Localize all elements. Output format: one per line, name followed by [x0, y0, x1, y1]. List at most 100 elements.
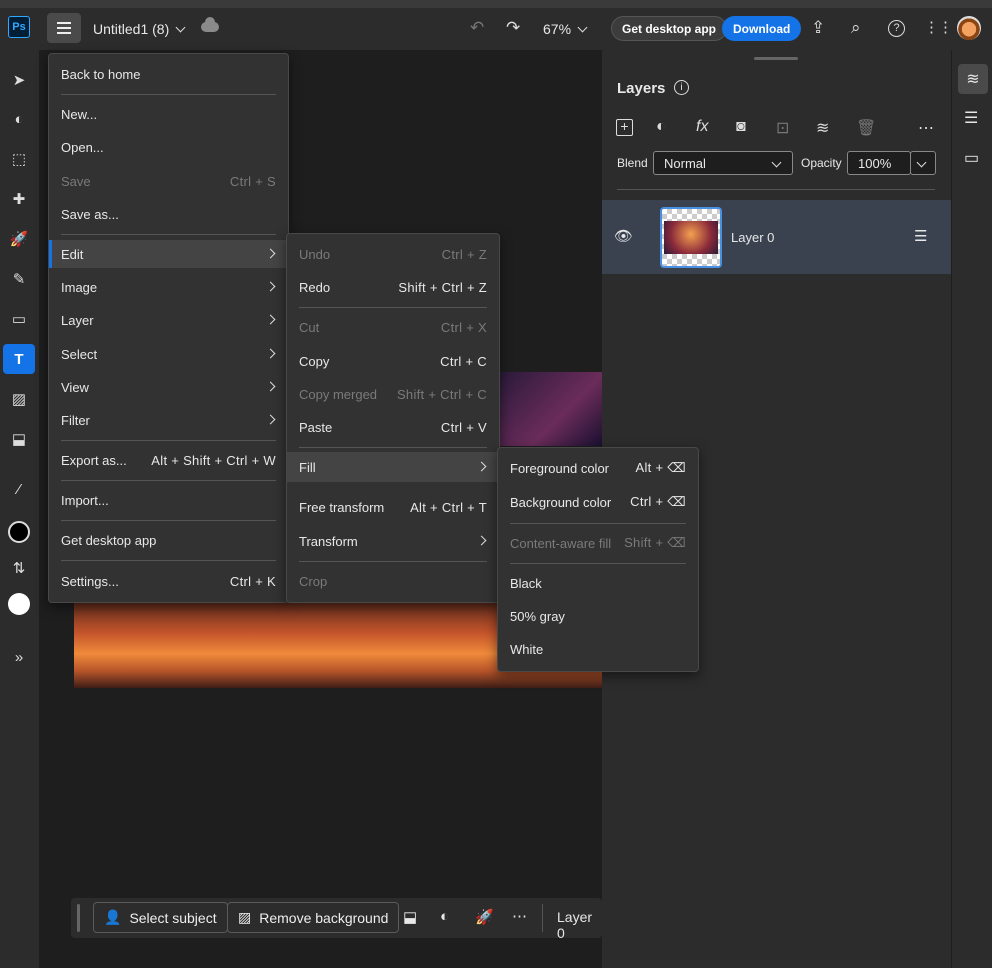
foreground-color-swatch[interactable]	[8, 521, 30, 543]
get-desktop-app-button[interactable]: Get desktop app	[611, 16, 728, 41]
menu-item-white[interactable]: White	[498, 635, 698, 663]
info-icon[interactable]: i	[674, 80, 689, 95]
adjustment-brush-icon[interactable]: ◐	[8, 108, 30, 130]
menu-item-fill[interactable]: Fill	[287, 452, 499, 482]
remove-background-button[interactable]: ▨ Remove background	[227, 902, 400, 933]
menu-separator	[299, 307, 487, 308]
edit-submenu: Undo Ctrl + Z Redo Shift + Ctrl + Z Cut Ctr…	[286, 233, 500, 603]
properties-panel-icon[interactable]: ☰	[964, 108, 978, 128]
chevron-right-icon	[476, 461, 487, 472]
menu-item-layer[interactable]: Layer	[49, 306, 288, 334]
selection-tool-icon[interactable]: ⬚	[8, 148, 30, 170]
generative-fill-icon[interactable]: ⬓	[8, 428, 30, 450]
avatar[interactable]	[957, 16, 981, 40]
quick-actions-icon[interactable]: 🚀	[8, 228, 30, 250]
download-button[interactable]: Download	[722, 16, 802, 41]
layer-stack-icon[interactable]: ≋	[816, 118, 829, 138]
top-bar: Ps Untitled1 (8) ↶ ↷ 67% Get desktop app…	[0, 0, 992, 50]
panel-drag-handle[interactable]	[754, 57, 798, 60]
select-subject-button[interactable]: 👤 Select subject	[93, 902, 228, 933]
quick-actions-icon[interactable]: 🚀	[475, 908, 494, 926]
layer-thumbnail[interactable]	[660, 207, 722, 268]
menu-item-copy[interactable]: Copy Ctrl + C	[287, 347, 499, 375]
opacity-input[interactable]: 100%	[847, 151, 911, 175]
menu-item-open[interactable]: Open...	[49, 133, 288, 161]
menu-item-redo[interactable]: Redo Shift + Ctrl + Z	[287, 273, 499, 301]
menu-item-select[interactable]: Select	[49, 340, 288, 368]
adjustment-layer-icon[interactable]: ◐	[656, 118, 666, 136]
divider	[542, 904, 543, 932]
background-color-swatch[interactable]	[8, 593, 30, 615]
zoom-level[interactable]: 67%	[543, 21, 588, 37]
document-title[interactable]: Untitled1 (8)	[93, 21, 186, 37]
menu-item-filter[interactable]: Filter	[49, 406, 288, 434]
swap-colors-icon[interactable]: ⇅	[8, 557, 30, 579]
search-icon[interactable]: ⌕	[851, 18, 861, 38]
menu-item-export-as[interactable]: Export as... Alt + Shift + Ctrl + W	[49, 446, 288, 474]
fx-icon[interactable]: fx	[696, 118, 708, 136]
type-tool-icon[interactable]: T	[3, 344, 35, 374]
menu-item-free-transform[interactable]: Free transform Alt + Ctrl + T	[287, 493, 499, 521]
menu-item-view[interactable]: View	[49, 373, 288, 401]
menu-item-foreground-color[interactable]: Foreground color Alt + ⌫	[498, 454, 698, 482]
menu-item-settings[interactable]: Settings... Ctrl + K	[49, 567, 288, 595]
trash-icon[interactable]: 🗑	[856, 118, 876, 138]
opacity-dropdown[interactable]	[910, 151, 936, 175]
layers-panel-icon[interactable]: ≋	[958, 64, 988, 94]
share-icon[interactable]: ⇪	[811, 18, 825, 38]
redo-icon[interactable]: ↷	[506, 18, 520, 38]
eyedropper-icon[interactable]: ⁄	[8, 478, 30, 500]
drag-handle[interactable]	[77, 904, 80, 932]
menu-item-back-to-home[interactable]: Back to home	[49, 60, 288, 88]
more-options-icon[interactable]: ⋯	[512, 907, 527, 925]
chevron-right-icon	[265, 248, 276, 259]
divider	[617, 189, 935, 190]
layer-row[interactable]: 👁 Layer 0 ☰	[602, 200, 951, 274]
comments-icon[interactable]: ▭	[964, 148, 979, 168]
chevron-right-icon	[265, 381, 276, 392]
opacity-label: Opacity	[801, 156, 842, 170]
healing-brush-icon[interactable]: ✚	[8, 188, 30, 210]
menu-item-crop: Crop	[299, 573, 328, 589]
clip-layer-icon[interactable]: ⊡	[776, 118, 789, 138]
chevron-down-icon	[771, 157, 782, 168]
more-options-icon[interactable]: ⋯	[918, 118, 934, 138]
cloud-icon[interactable]	[201, 17, 219, 32]
person-icon: 👤	[104, 909, 122, 925]
add-layer-icon[interactable]: +	[616, 119, 633, 136]
menu-item-image[interactable]: Image	[49, 273, 288, 301]
expand-toolbar-icon[interactable]: »	[8, 646, 30, 668]
chevron-down-icon	[175, 22, 186, 33]
menu-item-edit[interactable]: Edit	[49, 240, 288, 268]
place-image-icon[interactable]: ▨	[8, 388, 30, 410]
adjustment-icon[interactable]: ◐	[440, 908, 449, 925]
layer-name[interactable]: Layer 0	[731, 230, 774, 245]
menu-item-new[interactable]: New...	[49, 100, 288, 128]
menu-item-paste[interactable]: Paste Ctrl + V	[287, 413, 499, 441]
menu-item-50-gray[interactable]: 50% gray	[498, 602, 698, 630]
menu-item-import[interactable]: Import...	[49, 486, 288, 514]
menu-item-save-as[interactable]: Save as...	[49, 200, 288, 228]
menu-separator	[61, 560, 276, 561]
menu-item-black[interactable]: Black	[498, 569, 698, 597]
visibility-eye-icon[interactable]: 👁	[614, 227, 633, 245]
active-layer-label[interactable]: Layer 0	[557, 909, 602, 941]
layer-properties-icon[interactable]: ☰	[914, 227, 927, 245]
undo-icon[interactable]: ↶	[470, 18, 484, 38]
help-icon[interactable]: ?	[888, 20, 905, 37]
photoshop-logo: Ps	[8, 16, 30, 38]
menu-item-undo: Undo Ctrl + Z	[299, 246, 487, 262]
menu-separator	[61, 480, 276, 481]
mask-icon[interactable]: ◙	[736, 118, 746, 136]
shape-tool-icon[interactable]: ▭	[8, 308, 30, 330]
menu-item-background-color[interactable]: Background color Ctrl + ⌫	[498, 488, 698, 516]
chevron-right-icon	[265, 314, 276, 325]
menu-item-transform[interactable]: Transform	[287, 527, 499, 555]
generative-fill-icon[interactable]: ⬓	[403, 908, 417, 926]
brush-tool-icon[interactable]: ✎	[8, 268, 30, 290]
menu-separator	[510, 563, 686, 564]
menu-item-get-desktop-app[interactable]: Get desktop app	[49, 526, 288, 554]
move-tool-icon[interactable]: ➤	[8, 69, 30, 91]
main-menu-button[interactable]	[47, 13, 81, 43]
blend-mode-select[interactable]: Normal	[653, 151, 793, 175]
